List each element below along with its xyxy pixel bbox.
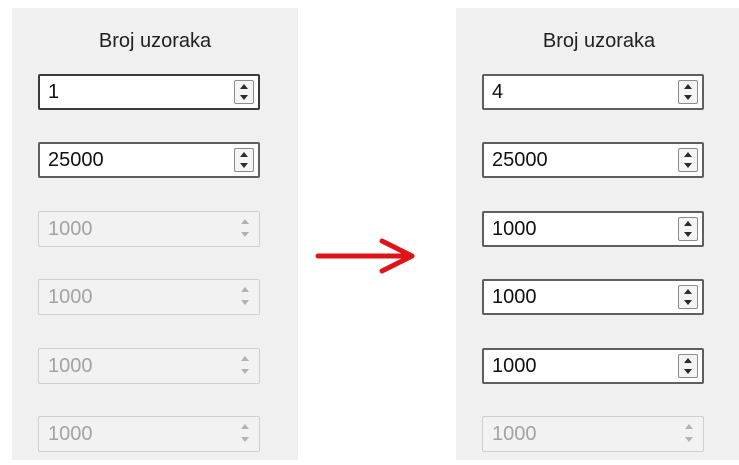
spin-down-icon	[679, 433, 699, 445]
spin-up-icon[interactable]	[679, 149, 697, 160]
spin-down-icon[interactable]	[679, 297, 697, 308]
spin-down-icon[interactable]	[679, 92, 697, 103]
spin-buttons	[679, 421, 699, 445]
spin-buttons	[678, 217, 698, 241]
sample-count-spinbox-5[interactable]: 1000	[482, 348, 704, 384]
spin-down-icon	[235, 228, 255, 240]
spin-up-icon[interactable]	[679, 218, 697, 229]
spin-down-icon	[235, 296, 255, 308]
spin-buttons	[678, 148, 698, 172]
spin-buttons	[235, 353, 255, 377]
spinbox-value: 1000	[48, 218, 93, 240]
spinbox-value[interactable]: 1	[48, 76, 59, 108]
spin-down-icon[interactable]	[235, 92, 253, 103]
spin-up-icon[interactable]	[679, 286, 697, 297]
sample-count-spinbox-2[interactable]: 25000	[482, 142, 704, 178]
sample-count-spinbox-1[interactable]: 4	[482, 74, 704, 110]
spin-up-icon	[235, 353, 255, 365]
spin-buttons	[234, 80, 254, 104]
spinbox-value[interactable]: 25000	[48, 144, 104, 176]
spinbox-value: 1000	[48, 286, 93, 308]
spin-up-icon[interactable]	[679, 81, 697, 92]
spin-buttons	[678, 354, 698, 378]
spinbox-value[interactable]: 4	[492, 76, 503, 108]
sample-count-spinbox-1[interactable]: 1	[38, 74, 260, 110]
panel-title: Broj uzoraka	[542, 30, 656, 52]
spin-buttons	[678, 80, 698, 104]
spin-buttons	[678, 285, 698, 309]
spinbox-value: 1000	[48, 355, 93, 377]
spin-down-icon	[235, 365, 255, 377]
spin-down-icon[interactable]	[679, 160, 697, 171]
sample-count-spinbox-6: 1000	[38, 416, 260, 452]
right-arrow-icon	[315, 238, 415, 274]
spin-up-icon[interactable]	[679, 355, 697, 366]
spin-up-icon[interactable]	[235, 81, 253, 92]
left-panel: Broj uzoraka 1 25000 1000 1000 1000 1000	[12, 8, 298, 460]
panel-title: Broj uzoraka	[98, 30, 212, 52]
spinbox-value: 1000	[48, 423, 93, 445]
spinbox-value[interactable]: 25000	[492, 144, 548, 176]
spin-buttons	[235, 284, 255, 308]
sample-count-spinbox-4: 1000	[38, 279, 260, 315]
spin-up-icon	[679, 421, 699, 433]
spin-buttons	[235, 421, 255, 445]
spin-up-icon	[235, 421, 255, 433]
sample-count-spinbox-3[interactable]: 1000	[482, 211, 704, 247]
sample-count-spinbox-5: 1000	[38, 348, 260, 384]
spinbox-value[interactable]: 1000	[492, 350, 537, 382]
spin-down-icon	[235, 433, 255, 445]
sample-count-spinbox-2[interactable]: 25000	[38, 142, 260, 178]
spin-up-icon	[235, 216, 255, 228]
spin-buttons	[235, 216, 255, 240]
spinbox-value[interactable]: 1000	[492, 281, 537, 313]
spinbox-value: 1000	[492, 423, 537, 445]
spin-down-icon[interactable]	[679, 366, 697, 377]
right-panel: Broj uzoraka 4 25000 1000 1000 1000 1000	[456, 8, 739, 460]
sample-count-spinbox-3: 1000	[38, 211, 260, 247]
spin-down-icon[interactable]	[235, 160, 253, 171]
spin-buttons	[234, 148, 254, 172]
spin-up-icon[interactable]	[235, 149, 253, 160]
sample-count-spinbox-6: 1000	[482, 416, 704, 452]
spin-down-icon[interactable]	[679, 229, 697, 240]
spinbox-value[interactable]: 1000	[492, 213, 537, 245]
sample-count-spinbox-4[interactable]: 1000	[482, 279, 704, 315]
spin-up-icon	[235, 284, 255, 296]
